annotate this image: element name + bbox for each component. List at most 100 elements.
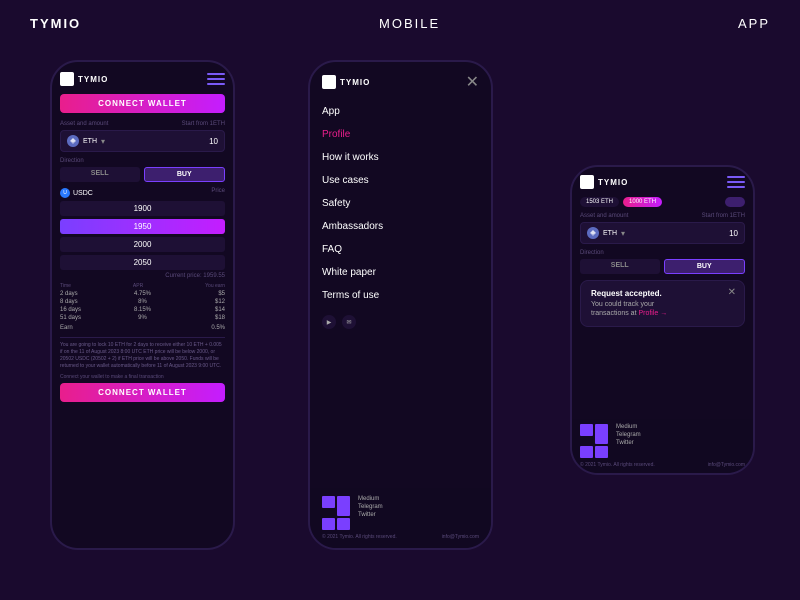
- sell-button[interactable]: SELL: [60, 167, 140, 182]
- right-buy-button[interactable]: BUY: [664, 259, 746, 274]
- earn-row: Earn 0.5%: [60, 323, 225, 333]
- right-logo-block-4: [595, 446, 608, 458]
- right-direction-buttons: SELL BUY: [580, 259, 745, 274]
- menu-item[interactable]: Profile: [322, 123, 479, 146]
- info-text: You are going to lock 10 ETH for 2 days …: [60, 342, 225, 370]
- nav-center-label: MOBILE: [379, 16, 440, 31]
- right-email: info@Tymio.com: [708, 462, 745, 468]
- footer-link-medium[interactable]: Medium: [358, 496, 383, 502]
- phone-left: TYMIO CONNECT WALLET Asset and amount St…: [50, 60, 235, 550]
- connect-wallet-button[interactable]: CONNECT WALLET: [60, 94, 225, 113]
- menu-item[interactable]: FAQ: [322, 238, 479, 261]
- right-chevron-down-icon: ▾: [621, 229, 625, 238]
- right-footer-bottom: © 2021 Tymio. All rights reserved. info@…: [580, 462, 745, 468]
- logo-icon-right: [580, 175, 594, 189]
- social-icon-play[interactable]: ▶: [322, 315, 336, 329]
- menu-item[interactable]: Use cases: [322, 169, 479, 192]
- left-logo: TYMIO: [60, 72, 108, 86]
- menu-item[interactable]: Ambassadors: [322, 215, 479, 238]
- middle-phone-footer: Medium Telegram Twitter © 2021 Tymio. Al…: [310, 488, 491, 548]
- price-bar[interactable]: 1950: [60, 219, 225, 234]
- asset-left: ETH ▾: [67, 135, 105, 147]
- phone-middle: TYMIO ✕ AppProfileHow it worksUse casesS…: [308, 60, 493, 550]
- close-icon[interactable]: ✕: [466, 72, 479, 92]
- right-logo-block-1: [580, 424, 593, 436]
- price-bar[interactable]: 2000: [60, 237, 225, 252]
- table-row: 16 days8.15%$14: [60, 307, 225, 313]
- table-row: 51 days9%$18: [60, 315, 225, 321]
- direction-label: Direction: [60, 158, 225, 164]
- phone-right: TYMIO 1503 ETH 1000 ETH Asset and amount…: [570, 165, 755, 475]
- logo-text-middle: TYMIO: [340, 78, 370, 87]
- right-phone-topbar: TYMIO: [580, 175, 745, 189]
- current-price: Current price: 1959.55: [60, 273, 225, 279]
- right-footer-links: Medium Telegram Twitter: [616, 424, 641, 446]
- toggle-switch[interactable]: [725, 197, 745, 207]
- right-footer-logo-area: Medium Telegram Twitter: [580, 424, 745, 458]
- menu-item[interactable]: White paper: [322, 261, 479, 284]
- table-row: 2 days4.75%$5: [60, 291, 225, 297]
- middle-logo: TYMIO: [322, 75, 370, 89]
- right-asset-select[interactable]: ETH ▾ 10: [580, 222, 745, 244]
- footer-links: Medium Telegram Twitter: [358, 496, 383, 518]
- footer-logo-area: Medium Telegram Twitter: [322, 496, 479, 530]
- footer-link-telegram[interactable]: Telegram: [358, 504, 383, 510]
- table-header: Time APR You earn: [60, 283, 225, 289]
- nav-right-label: APP: [738, 16, 770, 31]
- earn-label: Earn: [60, 325, 73, 331]
- social-icon-chat[interactable]: ✉: [342, 315, 356, 329]
- chevron-down-icon: ▾: [101, 137, 105, 146]
- menu-social-icons: ▶ ✉: [322, 315, 479, 329]
- asset-section-label: Asset and amount Start from 1ETH: [60, 121, 225, 127]
- menu-item[interactable]: Terms of use: [322, 284, 479, 307]
- right-footer-link-twitter[interactable]: Twitter: [616, 440, 641, 446]
- usdc-text: USDC: [73, 190, 93, 197]
- right-phone-footer: Medium Telegram Twitter © 2021 Tymio. Al…: [572, 419, 753, 473]
- usdc-row: U USDC Price: [60, 188, 225, 198]
- right-footer-link-medium[interactable]: Medium: [616, 424, 641, 430]
- right-logo: TYMIO: [580, 175, 628, 189]
- menu-item[interactable]: App: [322, 100, 479, 123]
- hamburger-icon-right[interactable]: [727, 176, 745, 188]
- right-asset-left: ETH ▾: [587, 227, 625, 239]
- notification-text: You could track yourtransactions at Prof…: [591, 300, 734, 318]
- price-bar[interactable]: 2050: [60, 255, 225, 270]
- notification-title: Request accepted.: [591, 289, 734, 298]
- price-col-label: Price: [211, 188, 225, 198]
- right-logo-block-3: [580, 446, 593, 458]
- right-asset-value: 10: [729, 229, 738, 238]
- right-footer-link-telegram[interactable]: Telegram: [616, 432, 641, 438]
- menu-item[interactable]: Safety: [322, 192, 479, 215]
- right-copyright: © 2021 Tymio. All rights reserved.: [580, 462, 655, 468]
- asset-name: ETH: [83, 138, 97, 145]
- earn-value: 0.5%: [211, 325, 225, 331]
- buy-button[interactable]: BUY: [144, 167, 226, 182]
- status-pill-2: 1000 ETH: [623, 197, 662, 207]
- connect-label: Connect your wallet to make a final tran…: [60, 374, 225, 380]
- table-rows: 2 days4.75%$5 8 days8%$12 16 days8.15%$14 5…: [60, 291, 225, 321]
- price-bar[interactable]: 1900: [60, 201, 225, 216]
- eth-icon: [67, 135, 79, 147]
- status-bar: 1503 ETH 1000 ETH: [580, 197, 745, 207]
- right-sell-button[interactable]: SELL: [580, 259, 660, 274]
- notification-close-icon[interactable]: ✕: [728, 287, 736, 298]
- right-asset-section-label: Asset and amount Start from 1ETH: [580, 213, 745, 219]
- footer-bottom: © 2021 Tymio. All rights reserved. info@…: [322, 534, 479, 540]
- usdc-label: U USDC: [60, 188, 93, 198]
- table-row: 8 days8%$12: [60, 299, 225, 305]
- logo-icon-middle: [322, 75, 336, 89]
- logo-text-right: TYMIO: [598, 178, 628, 187]
- menu-item[interactable]: How it works: [322, 146, 479, 169]
- asset-select[interactable]: ETH ▾ 10: [60, 130, 225, 152]
- right-logo-block-2: [595, 424, 608, 444]
- connect-wallet-button-bottom[interactable]: CONNECT WALLET: [60, 383, 225, 402]
- footer-link-twitter[interactable]: Twitter: [358, 512, 383, 518]
- profile-link[interactable]: Profile →: [638, 310, 667, 317]
- right-direction-label: Direction: [580, 250, 745, 256]
- hamburger-icon[interactable]: [207, 73, 225, 85]
- copyright: © 2021 Tymio. All rights reserved.: [322, 534, 397, 540]
- logo-text: TYMIO: [78, 75, 108, 84]
- notification-banner: Request accepted. You could track yourtr…: [580, 280, 745, 327]
- top-navigation: TYMIO MOBILE APP: [0, 0, 800, 47]
- footer-logo-blocks: [322, 496, 350, 530]
